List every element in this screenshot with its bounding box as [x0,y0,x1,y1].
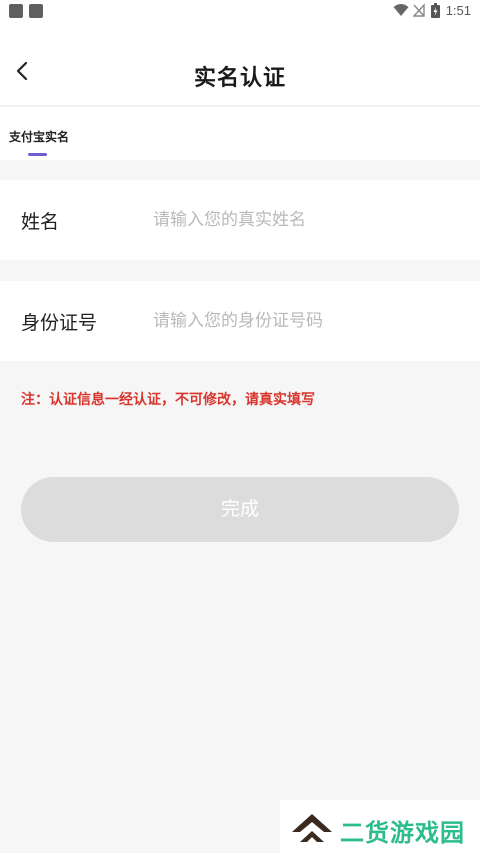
name-row: 姓名 [0,180,480,260]
verification-notice: 注：认证信息一经认证，不可修改，请真实填写 [21,392,315,408]
notification-icon [29,4,43,18]
name-input[interactable] [153,204,453,236]
tab-active-indicator [28,153,47,156]
no-signal-icon [413,3,425,17]
watermark-logo-icon [292,814,332,842]
complete-button[interactable]: 完成 [21,477,459,542]
id-number-input[interactable] [153,305,453,337]
watermark: 二货游戏园 [280,800,480,853]
notification-icon [9,4,23,18]
watermark-text: 二货游戏园 [340,819,465,847]
battery-icon [431,3,440,18]
wifi-icon [393,4,409,16]
page-title: 实名认证 [193,66,286,91]
name-label: 姓名 [21,211,60,233]
id-number-row: 身份证号 [0,281,480,361]
status-time: 1:51 [445,3,471,18]
status-bar: 1:51 [0,0,480,24]
app-header: 实名认证 [0,24,480,106]
id-number-label: 身份证号 [21,312,98,334]
tab-bar: 支付宝实名 [0,107,480,160]
tab-alipay-verification[interactable]: 支付宝实名 [9,128,69,145]
